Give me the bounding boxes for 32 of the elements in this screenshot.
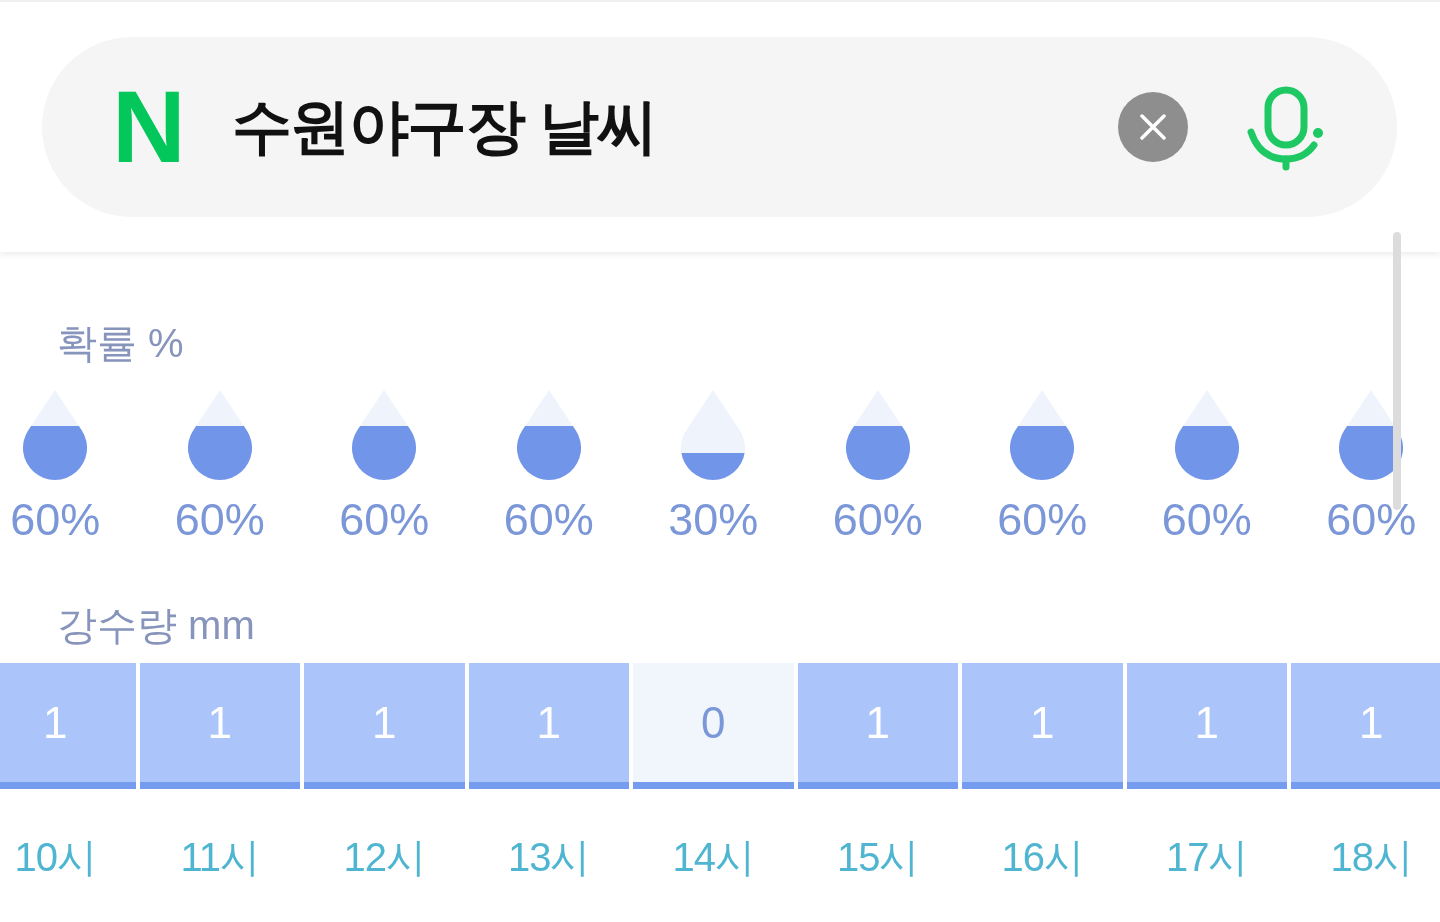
close-icon	[1140, 114, 1166, 140]
hour-label: 15시	[837, 835, 919, 879]
probability-label: 60%	[1326, 495, 1417, 545]
search-field[interactable]: N 수원야구장 날씨	[42, 37, 1397, 217]
section-title: 확률 %	[57, 321, 184, 365]
probability-label: 30%	[668, 495, 759, 545]
precipitation-cell: 1	[468, 663, 629, 789]
hour-label: 10시	[14, 835, 96, 879]
probability-label: 60%	[174, 495, 265, 545]
precipitation-cell: 1	[1291, 663, 1440, 789]
hour-label: 12시	[343, 835, 425, 879]
hour-label: 16시	[1001, 835, 1083, 879]
precipitation-cell: 1	[0, 663, 136, 789]
hour-label: 14시	[672, 835, 754, 879]
precipitation-cell: 1	[304, 663, 465, 789]
precipitation-cell: 1	[962, 663, 1123, 789]
probability-label: 60%	[832, 495, 923, 545]
section-title: 강수량 mm	[57, 603, 255, 647]
hour-label: 18시	[1330, 835, 1412, 879]
probability-label: 60%	[997, 495, 1088, 545]
precipitation-cell: 0	[633, 663, 794, 789]
probability-label: 60%	[503, 495, 594, 545]
probability-label: 60%	[339, 495, 430, 545]
search-input[interactable]: 수원야구장 날씨	[231, 87, 1098, 167]
probability-label: 60%	[1161, 495, 1252, 545]
precipitation-cell: 1	[1126, 663, 1287, 789]
hour-label: 11시	[180, 835, 259, 879]
hour-label: 17시	[1166, 835, 1248, 879]
precipitation-cell: 1	[797, 663, 958, 789]
precipitation-cell: 1	[139, 663, 300, 789]
probability-label: 60%	[10, 495, 101, 545]
hour-label: 13시	[508, 835, 590, 879]
